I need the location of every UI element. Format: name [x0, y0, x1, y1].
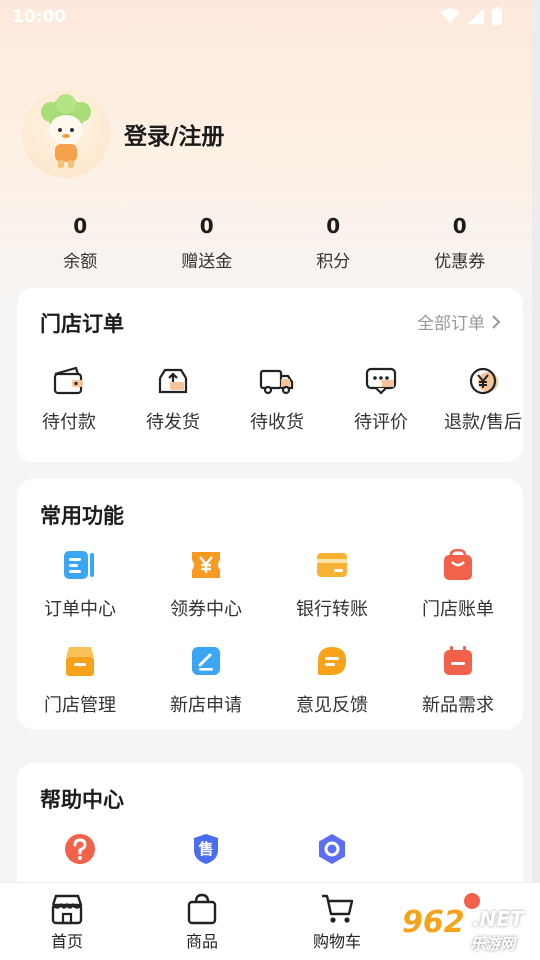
func-new-product-request[interactable]: 新品需求: [395, 645, 521, 717]
watermark-number: 962: [402, 905, 465, 940]
order-pending-receipt[interactable]: 待收货: [227, 366, 327, 434]
stat-label: 积分: [316, 252, 351, 272]
help-faq[interactable]: [17, 833, 143, 865]
account-stats: 0 余额 0 赠送金 0 积分 0 优惠券: [17, 212, 523, 272]
status-bar: 10:00: [0, 0, 540, 34]
truck-icon: [259, 369, 294, 395]
tab-cart[interactable]: 购物车: [287, 893, 387, 952]
stat-value: 0: [452, 214, 467, 238]
edit-icon: [190, 645, 222, 677]
order-label: 待评价: [354, 412, 408, 433]
order-label: 退款/售后: [443, 412, 523, 433]
help-service[interactable]: [269, 833, 395, 865]
stat-points[interactable]: 0 积分: [270, 212, 397, 272]
func-label: 新店申请: [170, 695, 242, 716]
order-pending-shipment[interactable]: 待发货: [123, 366, 223, 434]
help-after-sales[interactable]: 售: [143, 833, 269, 865]
func-new-store-application[interactable]: 新店申请: [143, 645, 269, 717]
func-label: 领券中心: [170, 599, 242, 620]
chevron-right-icon: [492, 314, 501, 329]
signal-icon: [468, 8, 484, 24]
func-bank-transfer[interactable]: 银行转账: [269, 549, 395, 621]
home-store-icon: [51, 894, 83, 925]
stat-value: 0: [199, 214, 214, 238]
wallet-icon: [53, 366, 83, 395]
store-orders-card: 门店订单 全部订单 待付款 待发货 待收货 待评价 退款/售后: [17, 288, 523, 462]
all-orders-link[interactable]: 全部订单: [417, 309, 501, 334]
shield-icon: 售: [190, 833, 222, 865]
scrollbar-track: [532, 0, 540, 960]
order-pending-review[interactable]: 待评价: [331, 366, 431, 434]
stat-label: 余额: [63, 252, 98, 272]
all-orders-label: 全部订单: [417, 314, 485, 334]
common-functions-title: 常用功能: [40, 504, 124, 528]
yen-refund-icon: [469, 367, 498, 395]
stat-value: 0: [73, 214, 88, 238]
stat-coupons[interactable]: 0 优惠券: [397, 212, 524, 272]
status-time: 10:00: [12, 7, 67, 27]
cart-icon: [322, 894, 354, 923]
tab-products[interactable]: 商品: [152, 893, 252, 952]
order-label: 待付款: [42, 412, 96, 433]
bag-icon: [187, 893, 217, 925]
store-orders-title: 门店订单: [40, 312, 124, 336]
order-list-icon: [64, 549, 96, 581]
calendar-icon: [442, 645, 474, 677]
battery-icon: [492, 7, 502, 25]
func-label: 订单中心: [44, 599, 116, 620]
func-label: 门店管理: [44, 695, 116, 716]
feedback-icon: [316, 645, 348, 677]
func-coupon-center[interactable]: 领券中心: [143, 549, 269, 621]
coupon-icon: [190, 549, 222, 581]
comment-icon: [365, 367, 397, 395]
question-icon: [64, 833, 96, 865]
help-center-title: 帮助中心: [40, 788, 124, 812]
login-register-link[interactable]: 登录/注册: [124, 117, 224, 151]
profile-section[interactable]: 登录/注册: [22, 90, 224, 178]
common-functions-card: 常用功能 订单中心 领券中心 银行转账 门店账单 门店管理 新店申请 意见反馈 …: [17, 479, 523, 729]
func-order-center[interactable]: 订单中心: [17, 549, 143, 621]
order-label: 待收货: [250, 412, 304, 433]
func-store-bill[interactable]: 门店账单: [395, 548, 521, 621]
mascot-icon: [41, 94, 91, 168]
func-label: 门店账单: [422, 599, 494, 620]
ship-box-icon: [158, 368, 188, 394]
ring-icon: [316, 833, 348, 865]
watermark-site: 乐游网: [470, 935, 516, 953]
stat-label: 赠送金: [181, 252, 233, 272]
func-label: 新品需求: [422, 695, 494, 716]
func-feedback[interactable]: 意见反馈: [269, 645, 395, 717]
avatar[interactable]: [22, 90, 110, 178]
wifi-icon: [440, 8, 460, 23]
order-pending-payment[interactable]: 待付款: [19, 366, 119, 434]
store-icon: [64, 645, 96, 677]
tab-home[interactable]: 首页: [17, 893, 117, 952]
watermark-net: .NET: [472, 907, 524, 931]
order-refund-aftersale[interactable]: 退款/售后: [433, 366, 533, 434]
stat-bonus[interactable]: 0 赠送金: [144, 212, 271, 272]
order-label: 待发货: [146, 412, 200, 433]
func-label: 银行转账: [296, 599, 368, 620]
shopping-bag-icon: [442, 548, 474, 581]
tab-label: 首页: [50, 932, 83, 951]
stat-balance[interactable]: 0 余额: [17, 212, 144, 272]
stat-label: 优惠券: [434, 252, 486, 272]
stat-value: 0: [326, 214, 341, 238]
func-store-management[interactable]: 门店管理: [17, 645, 143, 717]
bank-card-icon: [316, 549, 348, 581]
tab-label: 商品: [185, 932, 218, 951]
tab-label: 购物车: [312, 932, 361, 951]
shield-glyph: 售: [198, 840, 214, 858]
func-label: 意见反馈: [296, 695, 368, 716]
watermark-logo: 962 .NET 乐游网: [400, 905, 535, 955]
